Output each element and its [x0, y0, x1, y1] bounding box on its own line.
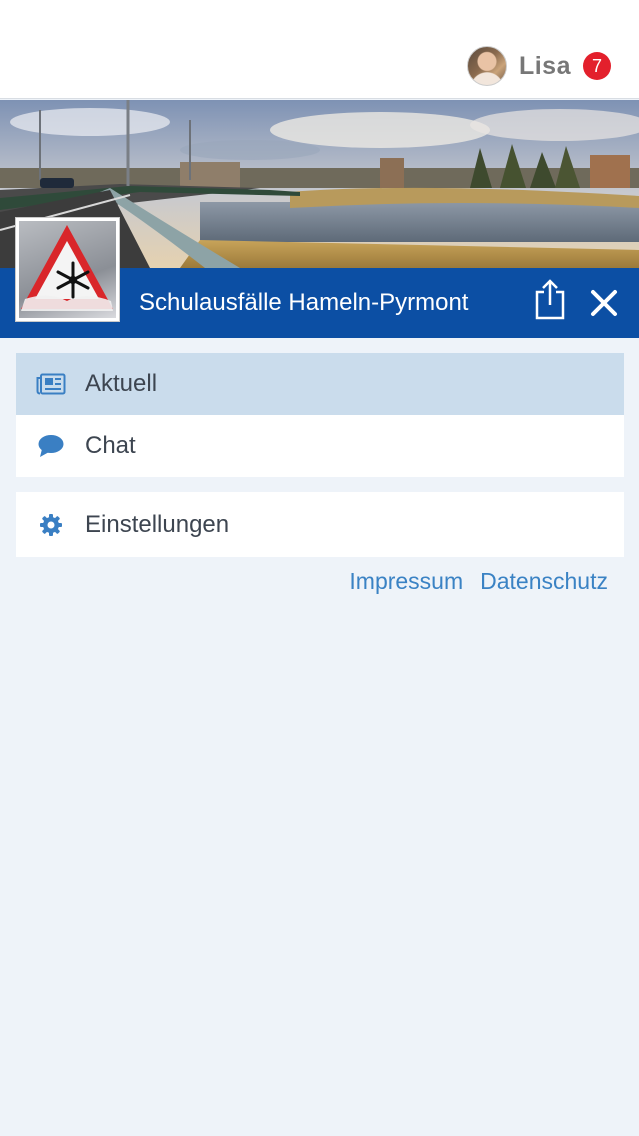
menu-item-label: Chat [85, 432, 136, 459]
warning-triangle-icon [21, 225, 113, 311]
settings-menu: Einstellungen [16, 492, 624, 557]
user-avatar[interactable] [466, 46, 507, 86]
username-label[interactable]: Lisa [519, 52, 571, 81]
gear-icon [36, 513, 66, 537]
snow-warning-sign-image [19, 221, 116, 318]
user-profile[interactable]: Lisa 7 [466, 46, 611, 86]
menu-item-aktuell[interactable]: Aktuell [16, 353, 624, 415]
share-button[interactable] [531, 278, 569, 322]
close-button[interactable] [585, 284, 623, 322]
notification-badge[interactable]: 7 [583, 52, 611, 80]
menu-item-label: Aktuell [85, 370, 158, 397]
close-icon [591, 290, 617, 316]
menu-item-chat[interactable]: Chat [16, 415, 624, 477]
menu-item-einstellungen[interactable]: Einstellungen [16, 492, 624, 557]
page-title: Schulausfälle Hameln-Pyrmont [139, 289, 469, 316]
group-logo [15, 217, 120, 322]
menu-item-label: Einstellungen [85, 510, 230, 538]
top-bar: Lisa 7 [0, 0, 639, 99]
share-icon [535, 279, 565, 320]
impressum-link[interactable]: Impressum [349, 568, 463, 595]
chat-bubble-icon [36, 434, 66, 458]
main-menu: Aktuell Chat [16, 353, 624, 477]
footer-links: Impressum Datenschutz [349, 568, 608, 595]
newspaper-icon [36, 372, 66, 396]
datenschutz-link[interactable]: Datenschutz [480, 568, 608, 595]
